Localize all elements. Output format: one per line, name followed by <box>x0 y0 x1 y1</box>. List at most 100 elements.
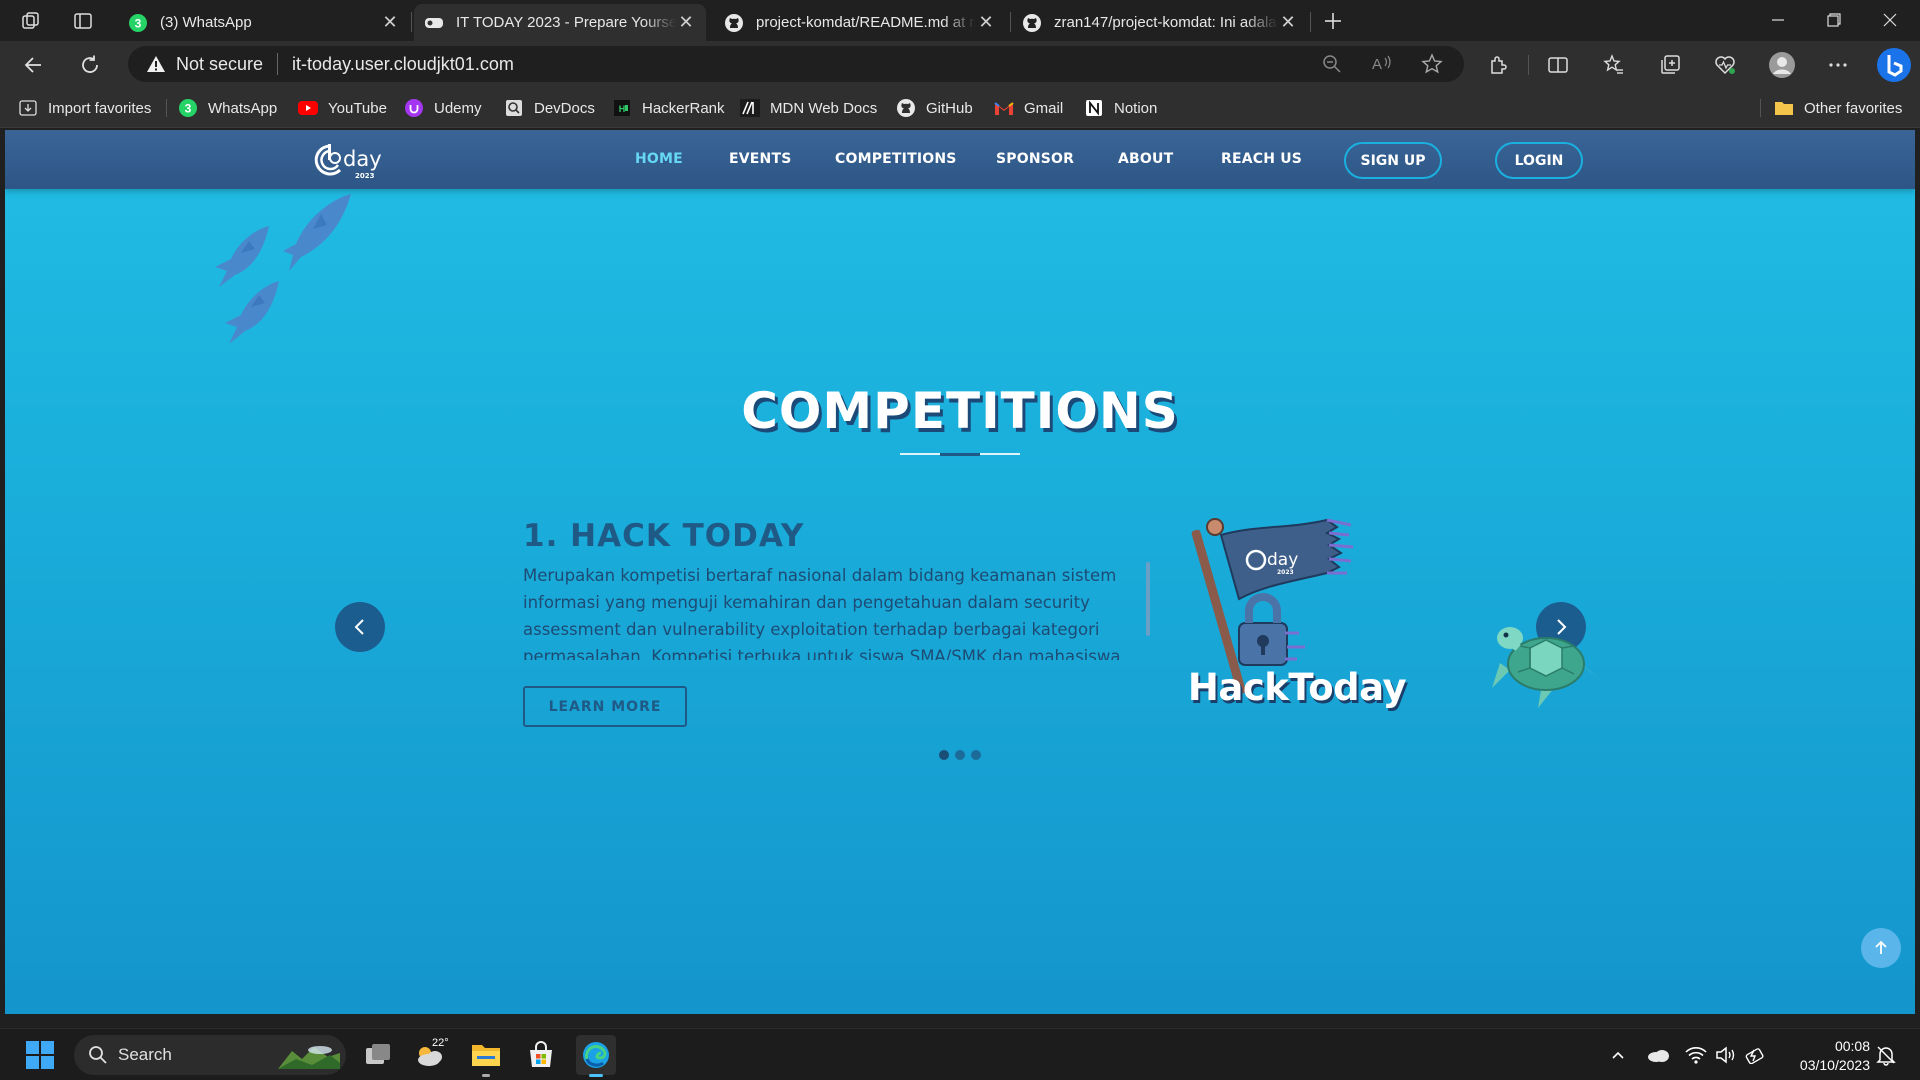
profile-avatar[interactable] <box>1768 51 1796 79</box>
login-button[interactable]: LOGIN <box>1495 142 1583 179</box>
hacktoday-caption: HackToday <box>1187 666 1407 709</box>
weather-widget[interactable]: 22° <box>410 1035 450 1075</box>
import-icon <box>18 98 38 118</box>
close-tab-icon[interactable]: ✕ <box>976 12 996 33</box>
udemy-icon <box>404 98 424 118</box>
read-aloud-icon[interactable]: A <box>1370 52 1394 76</box>
favorite-gmail[interactable]: Gmail <box>994 96 1063 120</box>
tab-title: (3) WhatsApp <box>160 14 252 31</box>
zoom-out-icon[interactable] <box>1320 52 1344 76</box>
arrow-up-icon <box>1875 940 1887 954</box>
competition-description-scroll[interactable]: Merupakan kompetisi bertaraf nasional da… <box>523 562 1151 660</box>
it-today-icon <box>424 13 444 33</box>
it-today-logo[interactable]: day 2023 <box>310 138 392 182</box>
favorite-star-icon[interactable] <box>1420 52 1444 76</box>
carousel-prev-button[interactable] <box>335 602 385 652</box>
browser-essentials-icon[interactable] <box>1711 51 1739 79</box>
taskbar-search[interactable]: Search <box>74 1035 346 1075</box>
favorites-icon[interactable] <box>1600 51 1628 79</box>
close-tab-icon[interactable]: ✕ <box>380 12 400 33</box>
warning-icon[interactable] <box>146 53 168 75</box>
more-options-icon[interactable] <box>1824 51 1852 79</box>
favorite-hackerrank[interactable]: H HackerRank <box>612 96 725 120</box>
svg-text:H: H <box>619 104 626 114</box>
url-text[interactable]: it-today.user.cloudjkt01.com <box>292 54 514 75</box>
favorite-notion[interactable]: Notion <box>1084 96 1157 120</box>
description-scrollbar[interactable] <box>1146 562 1150 636</box>
svg-text:day: day <box>343 147 382 171</box>
github-icon <box>1022 13 1042 33</box>
refresh-icon[interactable] <box>74 49 106 81</box>
tab-readme[interactable]: project-komdat/README.md at main ✕ <box>714 4 1006 41</box>
collections-icon[interactable] <box>1656 51 1684 79</box>
nav-reach-us[interactable]: REACH US <box>1221 151 1302 167</box>
back-icon[interactable] <box>18 49 50 81</box>
task-view-icon[interactable] <box>358 1035 398 1075</box>
microsoft-store-icon[interactable] <box>521 1035 561 1075</box>
favorites-bar: Import favorites 3 WhatsApp YouTube Udem… <box>0 87 1920 128</box>
favorite-whatsapp[interactable]: 3 WhatsApp <box>178 96 277 120</box>
favorite-devdocs[interactable]: DevDocs <box>504 96 595 120</box>
learn-more-button[interactable]: LEARN MORE <box>523 686 687 727</box>
edge-taskbar-icon[interactable] <box>576 1035 616 1077</box>
file-explorer-icon[interactable] <box>466 1035 506 1077</box>
tab-it-today[interactable]: IT TODAY 2023 - Prepare Yourself ✕ <box>414 4 706 41</box>
onedrive-icon[interactable] <box>1646 1043 1670 1067</box>
wifi-icon[interactable] <box>1684 1043 1708 1067</box>
nav-home[interactable]: HOME <box>635 151 683 167</box>
devdocs-icon <box>504 98 524 118</box>
notion-icon <box>1084 98 1104 118</box>
favorite-github[interactable]: GitHub <box>896 96 973 120</box>
tab-project-komdat[interactable]: zran147/project-komdat: Ini adalah ✕ <box>1012 4 1308 41</box>
security-label[interactable]: Not secure <box>176 54 263 75</box>
hackerrank-icon: H <box>612 98 632 118</box>
nav-competitions[interactable]: COMPETITIONS <box>835 151 957 167</box>
clock-date: 03/10/2023 <box>1799 1057 1870 1073</box>
favorite-youtube[interactable]: YouTube <box>298 96 387 120</box>
new-tab-icon[interactable] <box>1318 6 1348 36</box>
nav-about[interactable]: ABOUT <box>1118 151 1173 167</box>
address-bar[interactable]: Not secure it-today.user.cloudjkt01.com … <box>128 46 1464 82</box>
whatsapp-icon: 3 <box>128 13 148 33</box>
workspaces-icon[interactable] <box>18 8 44 34</box>
volume-icon[interactable] <box>1714 1043 1738 1067</box>
minimize-icon[interactable] <box>1750 0 1806 40</box>
nav-events[interactable]: EVENTS <box>729 151 792 167</box>
whatsapp-icon: 3 <box>178 98 198 118</box>
sign-up-button[interactable]: SIGN UP <box>1344 142 1442 179</box>
close-tab-icon[interactable]: ✕ <box>1278 12 1298 33</box>
split-screen-icon[interactable] <box>1544 51 1572 79</box>
github-icon <box>724 13 744 33</box>
extensions-icon[interactable] <box>1484 51 1512 79</box>
close-window-icon[interactable] <box>1862 0 1918 40</box>
tab-whatsapp[interactable]: 3 (3) WhatsApp ✕ <box>118 4 410 41</box>
favorite-import[interactable]: Import favorites <box>18 96 151 120</box>
system-clock[interactable]: 00:08 03/10/2023 <box>1782 1037 1870 1075</box>
folder-icon <box>1774 98 1794 118</box>
tab-title: zran147/project-komdat: Ini adalah <box>1054 14 1278 31</box>
favorite-udemy[interactable]: Udemy <box>404 96 482 120</box>
show-hidden-icons-chevron-up-icon[interactable] <box>1606 1043 1630 1067</box>
scroll-to-top-button[interactable] <box>1861 928 1901 968</box>
carousel-dot-1[interactable] <box>939 750 949 760</box>
carousel-dot-2[interactable] <box>955 750 965 760</box>
tab-title: IT TODAY 2023 - Prepare Yourself <box>456 14 676 31</box>
restore-icon[interactable] <box>1806 0 1862 40</box>
windows-start-icon[interactable] <box>20 1035 60 1075</box>
carousel-dot-3[interactable] <box>971 750 981 760</box>
notifications-icon[interactable] <box>1874 1043 1898 1067</box>
svg-text:A: A <box>1372 56 1382 73</box>
tab-actions-icon[interactable] <box>70 8 96 34</box>
page-viewport: day 2023 HOME EVENTS COMPETITIONS SPONSO… <box>5 130 1915 1014</box>
nav-sponsor[interactable]: SPONSOR <box>996 151 1074 167</box>
bing-copilot-icon[interactable] <box>1876 47 1912 83</box>
site-navbar: day 2023 HOME EVENTS COMPETITIONS SPONSO… <box>5 130 1915 189</box>
battery-charging-icon[interactable] <box>1744 1043 1768 1067</box>
favorite-mdn[interactable]: MDN Web Docs <box>740 96 877 120</box>
mdn-icon <box>740 98 760 118</box>
other-favorites-folder[interactable]: Other favorites <box>1774 96 1902 120</box>
svg-text:3: 3 <box>135 16 142 30</box>
close-tab-icon[interactable]: ✕ <box>676 12 696 33</box>
competition-title: 1. HACK TODAY <box>523 518 805 554</box>
browser-title-bar: 3 (3) WhatsApp ✕ IT TODAY 2023 - Prepare… <box>0 0 1920 41</box>
